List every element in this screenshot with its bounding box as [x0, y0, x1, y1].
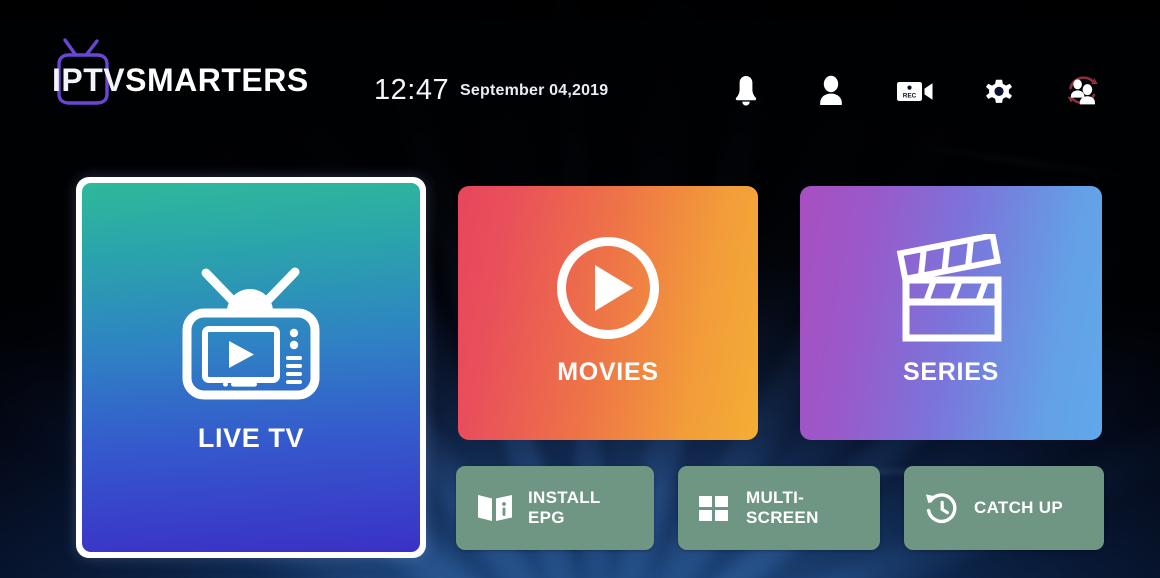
- tile-movies[interactable]: MOVIES: [458, 186, 758, 440]
- svg-text:REC: REC: [903, 92, 917, 99]
- play-circle-icon: [458, 234, 758, 342]
- install-epg-line1: INSTALL: [528, 488, 601, 508]
- multi-screen-button[interactable]: MULTI- SCREEN: [678, 466, 880, 550]
- header-clock: 12:47: [374, 74, 450, 106]
- app-header: IPTVSMARTERS 12:47 September 04,2019 REC: [0, 0, 1160, 170]
- rec-camera-icon[interactable]: REC: [892, 68, 938, 114]
- switch-user-icon[interactable]: [1060, 68, 1106, 114]
- retro-tv-play-icon: [82, 261, 420, 407]
- app-logo: IPTVSMARTERS: [30, 38, 308, 110]
- settings-gear-icon[interactable]: [976, 68, 1022, 114]
- header-icon-bar: REC: [720, 68, 1120, 114]
- install-epg-label: INSTALL EPG: [528, 488, 601, 527]
- book-info-icon: [475, 491, 515, 525]
- clapperboard-icon: [800, 234, 1102, 346]
- tile-series[interactable]: SERIES: [800, 186, 1102, 440]
- multi-screen-label: MULTI- SCREEN: [746, 488, 819, 527]
- catch-up-line1: CATCH UP: [974, 498, 1063, 518]
- catch-up-button[interactable]: CATCH UP: [904, 466, 1104, 550]
- tile-live-tv[interactable]: LIVE TV: [76, 177, 426, 558]
- install-epg-button[interactable]: INSTALL EPG: [456, 466, 654, 550]
- logo-text-smarters: SMARTERS: [125, 62, 309, 98]
- clock-history-icon: [923, 490, 961, 526]
- tile-series-label: SERIES: [903, 358, 999, 386]
- tile-live-tv-label: LIVE TV: [197, 423, 305, 453]
- logo-text-iptv: IPTV: [52, 62, 126, 98]
- user-account-icon[interactable]: [808, 68, 854, 114]
- install-epg-line2: EPG: [528, 508, 565, 527]
- grid-four-squares-icon: [697, 491, 733, 525]
- tile-movies-label: MOVIES: [557, 358, 659, 386]
- logo-wordmark: IPTVSMARTERS: [52, 64, 309, 96]
- multi-screen-line1: MULTI-: [746, 488, 805, 508]
- catch-up-label: CATCH UP: [974, 498, 1063, 518]
- notifications-bell-icon[interactable]: [723, 68, 769, 114]
- header-date: September 04,2019: [460, 82, 609, 99]
- multi-screen-line2: SCREEN: [746, 508, 819, 527]
